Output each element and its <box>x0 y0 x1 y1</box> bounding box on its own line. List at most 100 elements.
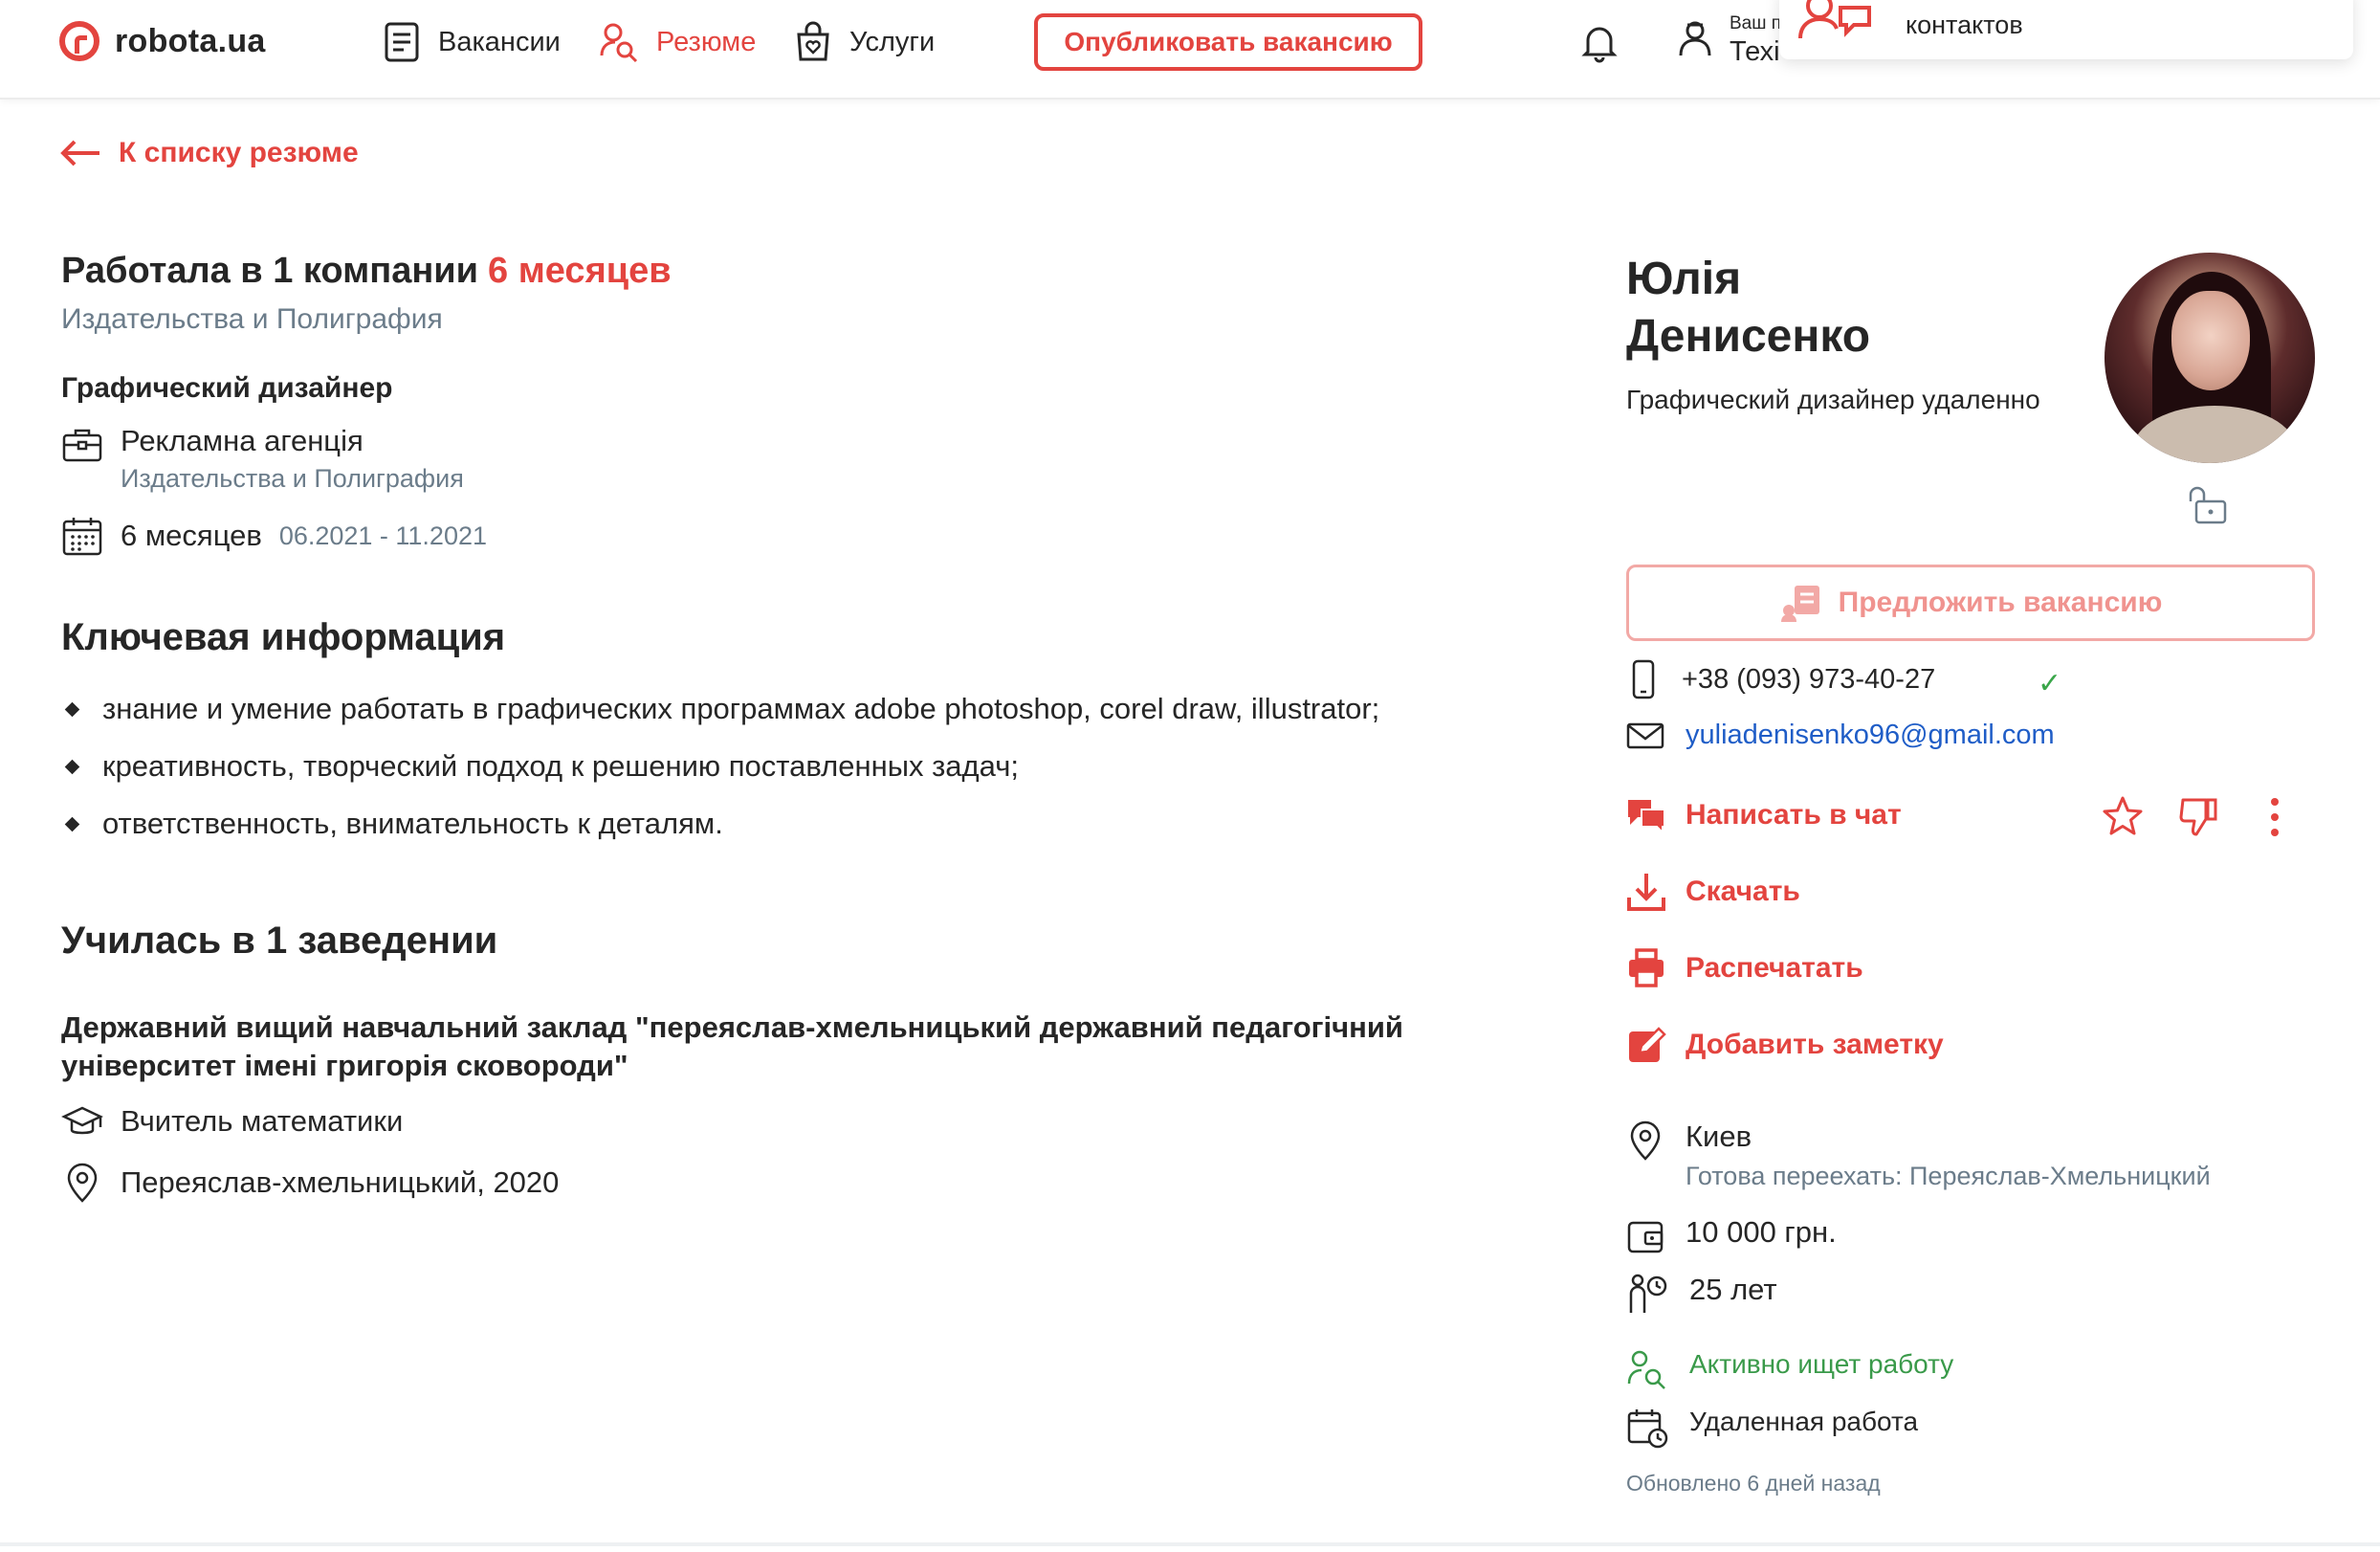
bullet-icon <box>64 816 80 831</box>
period-length: 6 месяцев <box>121 519 262 552</box>
print-button[interactable]: Распечатать <box>1626 947 1863 989</box>
user-icon <box>1679 21 1711 56</box>
phone-number: +38 (093) 973-40-27 <box>1682 663 1936 695</box>
location-row: Киев Готова переехать: Переяслав-Хмельни… <box>1626 1120 2211 1191</box>
edit-note-icon <box>1629 1027 1666 1062</box>
phone-icon <box>1632 659 1655 699</box>
publish-vacancy-button[interactable]: Опубликовать вакансию <box>1034 13 1422 71</box>
popup-text: контактов <box>1906 10 2023 39</box>
company-industry: Издательства и Полиграфия <box>121 464 464 493</box>
nav-resumes[interactable]: Резюме <box>599 19 756 65</box>
key-info-heading: Ключевая информация <box>61 616 506 658</box>
add-note-button[interactable]: Добавить заметку <box>1626 1024 1944 1066</box>
contacts-popup[interactable]: контактов <box>1779 0 2353 59</box>
account-label: Ваш п <box>1730 13 1782 33</box>
write-chat-label: Написать в чат <box>1686 799 1902 831</box>
period-row: 6 месяцев 06.2021 - 11.2021 <box>61 515 1515 557</box>
account-menu[interactable]: Ваш п Техі <box>1676 13 1781 68</box>
resume-main: Работала в 1 компании 6 месяцев Издательс… <box>61 251 1515 1204</box>
candidate-salary: 10 000 грн. <box>1686 1215 1837 1249</box>
calendar-icon <box>62 518 102 556</box>
job-title: Графический дизайнер <box>61 372 393 404</box>
work-type: Удаленная работа <box>1689 1407 1919 1436</box>
key-info-list: знание и умение работать в графических п… <box>61 680 1515 853</box>
avatar <box>2105 253 2315 463</box>
location-pin-icon <box>1630 1120 1661 1161</box>
offer-vacancy-icon <box>1780 586 1819 622</box>
graduation-cap-icon <box>61 1106 103 1135</box>
key-info-item: креативность, творческий подход к решени… <box>102 749 1019 783</box>
phone-row[interactable]: +38 (093) 973-40-27 <box>1626 658 1935 700</box>
work-type-row: Удаленная работа <box>1626 1407 1918 1449</box>
bullet-icon <box>64 701 80 717</box>
email-link[interactable]: yuliadenisenko96@gmail.com <box>1686 720 2055 751</box>
notifications-bell-icon[interactable] <box>1580 21 1619 68</box>
add-note-label: Добавить заметку <box>1686 1029 1944 1060</box>
company-row: Рекламна агенція Издательства и Полиграф… <box>61 424 1515 494</box>
salary-row: 10 000 грн. <box>1626 1215 1837 1257</box>
education-specialty: Вчитель математики <box>121 1104 404 1138</box>
education-institution: Державний вищий навчальний заклад "перея… <box>61 1010 1403 1082</box>
age-icon <box>1629 1274 1667 1313</box>
calendar-clock-icon <box>1627 1409 1668 1449</box>
offer-vacancy-button[interactable]: Предложить вакансию <box>1626 565 2315 641</box>
candidate-city: Киев <box>1686 1120 1752 1153</box>
company-name: Рекламна агенція <box>121 424 364 457</box>
logo-text: robota.ua <box>115 22 266 59</box>
experience-duration: 6 месяцев <box>488 251 672 291</box>
download-label: Скачать <box>1686 876 1800 907</box>
email-row[interactable]: yuliadenisenko96@gmail.com <box>1626 720 2055 751</box>
briefcase-icon <box>62 429 102 462</box>
key-info-item: знание и умение работать в графических п… <box>102 692 1380 725</box>
experience-heading: Работала в 1 компании 6 месяцев <box>61 251 1515 292</box>
person-search-icon <box>1627 1350 1665 1389</box>
specialty-row: Вчитель математики <box>61 1102 1515 1141</box>
bullet-icon <box>64 759 80 774</box>
logo-icon <box>59 21 99 61</box>
back-to-list-link[interactable]: К списку резюме <box>59 137 359 169</box>
list-item: ответственность, внимательность к деталя… <box>61 795 1515 853</box>
printer-icon <box>1629 948 1664 987</box>
document-icon <box>385 22 419 62</box>
nav-services-label: Услуги <box>849 26 936 57</box>
updated-timestamp: Обновлено 6 дней назад <box>1626 1471 1881 1496</box>
nav-services[interactable]: Услуги <box>794 19 935 65</box>
thumbs-down-icon[interactable] <box>2177 794 2221 843</box>
more-options-icon[interactable] <box>2265 796 2284 843</box>
nav-vacancies-label: Вакансии <box>438 26 561 57</box>
star-icon[interactable] <box>2101 794 2145 843</box>
chat-icon <box>1628 800 1665 834</box>
shopping-bag-icon <box>797 21 829 61</box>
age-row: 25 лет <box>1626 1273 1777 1315</box>
list-item: знание и умение работать в графических п… <box>61 680 1515 738</box>
education-location-row: Переяслав-хмельницький, 2020 <box>61 1162 1515 1204</box>
nav-resumes-label: Резюме <box>656 26 757 57</box>
key-info-item: ответственность, внимательность к деталя… <box>102 807 723 840</box>
unlock-icon[interactable] <box>2189 484 2231 531</box>
account-name: Техі <box>1730 36 1780 67</box>
experience-industry: Издательства и Полиграфия <box>61 303 443 335</box>
download-icon <box>1627 874 1665 911</box>
candidate-relocation: Готова переехать: Переяслав-Хмельницкий <box>1686 1162 2211 1190</box>
top-header: robota.ua Вакансии Резюме Услуги Опублик… <box>0 0 2380 100</box>
phone-verified-icon: ✓ <box>2038 668 2062 699</box>
offer-vacancy-label: Предложить вакансию <box>1838 587 2163 618</box>
education-heading: Училась в 1 заведении <box>61 920 498 962</box>
write-chat-button[interactable]: Написать в чат <box>1626 796 1902 834</box>
location-pin-icon <box>67 1163 98 1203</box>
wallet-icon <box>1627 1221 1664 1253</box>
back-link-label: К списку резюме <box>119 137 359 168</box>
logo[interactable]: robota.ua <box>59 21 266 61</box>
job-search-status-row: Активно ищет работу <box>1626 1349 1953 1391</box>
education-location-year: Переяслав-хмельницький, 2020 <box>121 1165 560 1199</box>
list-item: креативность, творческий подход к решени… <box>61 738 1515 795</box>
arrow-left-icon <box>60 140 99 166</box>
divider <box>0 1542 2380 1546</box>
download-button[interactable]: Скачать <box>1626 871 1800 913</box>
experience-heading-text: Работала в 1 компании <box>61 251 478 291</box>
mail-icon <box>1626 722 1664 748</box>
candidate-age: 25 лет <box>1689 1273 1777 1306</box>
print-label: Распечатать <box>1686 952 1863 984</box>
period-dates: 06.2021 - 11.2021 <box>278 521 487 550</box>
nav-vacancies[interactable]: Вакансии <box>383 19 561 65</box>
